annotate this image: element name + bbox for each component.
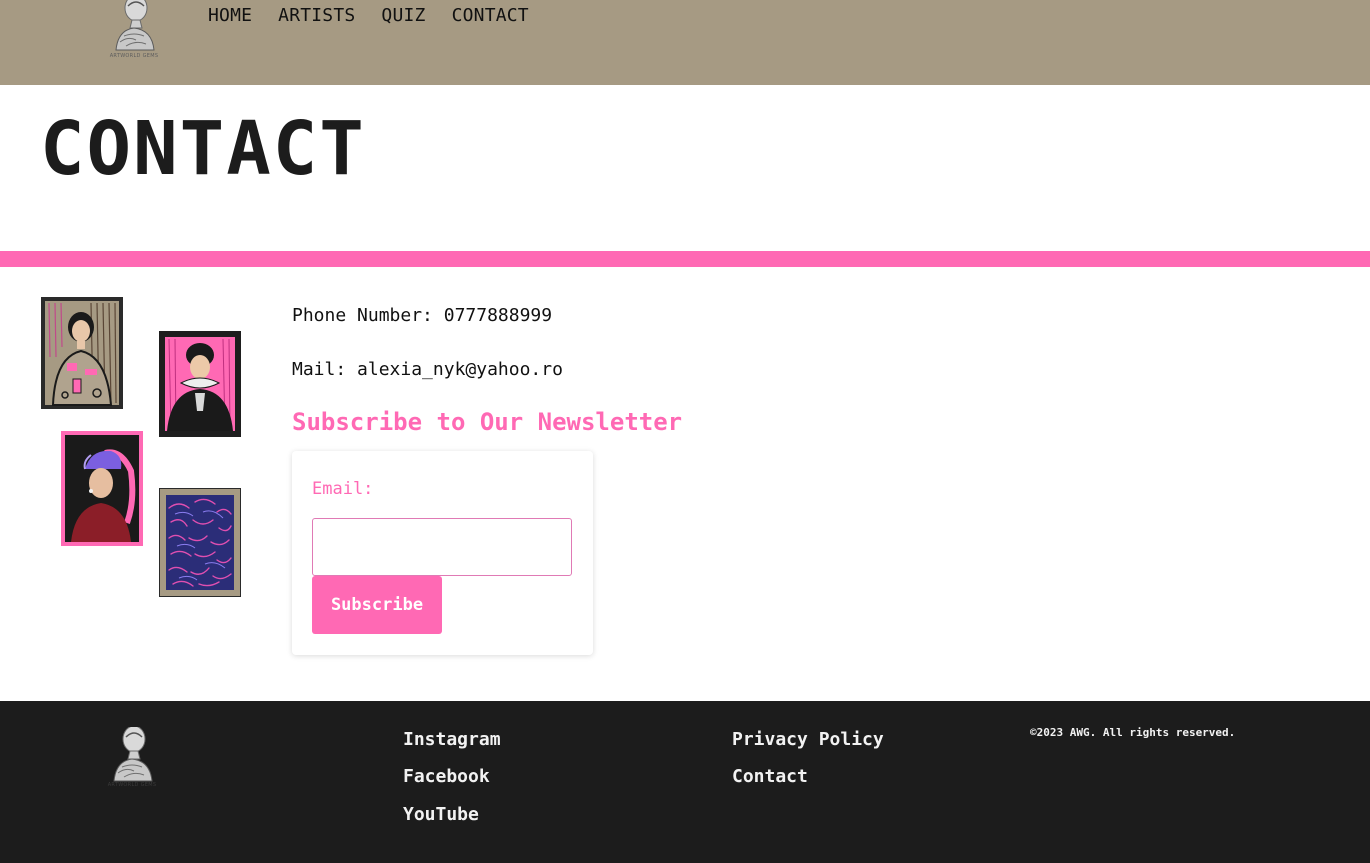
pink-divider — [0, 251, 1370, 267]
nav-artists[interactable]: ARTISTS — [278, 5, 355, 26]
main-nav: HOME ARTISTS QUIZ CONTACT — [208, 5, 529, 26]
mail-row: Mail: alexia_nyk@yahoo.ro — [292, 359, 563, 380]
phone-value: 0777888999 — [443, 305, 553, 326]
mail-value[interactable]: alexia_nyk@yahoo.ro — [357, 359, 563, 380]
nav-quiz[interactable]: QUIZ — [381, 5, 425, 26]
nav-home[interactable]: HOME — [208, 5, 252, 26]
navbar: ARTWORLD GEMS HOME ARTISTS QUIZ CONTACT — [0, 0, 1370, 85]
mail-label: Mail: — [292, 359, 347, 380]
footer-link-contact[interactable]: Contact — [732, 766, 808, 787]
site-logo[interactable]: ARTWORLD GEMS — [106, 0, 162, 60]
footer-logo-wordmark: ARTWORLD GEMS — [107, 782, 157, 788]
subscribe-button[interactable]: Subscribe — [312, 576, 442, 634]
footer-logo[interactable]: ARTWORLD GEMS — [104, 727, 160, 791]
footer-link-instagram[interactable]: Instagram — [403, 729, 501, 750]
nav-contact[interactable]: CONTACT — [452, 5, 529, 26]
footer: ARTWORLD GEMS Instagram Facebook YouTube… — [0, 701, 1370, 863]
footer-link-privacy-policy[interactable]: Privacy Policy — [732, 729, 884, 750]
artwork-woman-portrait — [41, 297, 123, 409]
phone-label: Phone Number: — [292, 305, 433, 326]
email-input[interactable] — [312, 518, 572, 576]
newsletter-title: Subscribe to Our Newsletter — [292, 408, 683, 436]
artwork-ruff-collar-portrait — [159, 331, 241, 437]
copyright-text: ©2023 AWG. All rights reserved. — [1030, 726, 1236, 739]
logo-wordmark: ARTWORLD GEMS — [109, 53, 159, 59]
footer-link-youtube[interactable]: YouTube — [403, 804, 479, 825]
newsletter-form: Email: Subscribe — [292, 451, 593, 655]
footer-link-facebook[interactable]: Facebook — [403, 766, 490, 787]
bust-statue-icon — [115, 0, 155, 51]
phone-row: Phone Number: 0777888999 — [292, 305, 552, 326]
email-label: Email: — [312, 479, 374, 499]
artwork-pearl-earring-girl — [61, 431, 143, 546]
bust-statue-icon — [113, 727, 153, 782]
artwork-starry-swirls — [159, 488, 241, 597]
page-title: CONTACT — [40, 106, 366, 192]
